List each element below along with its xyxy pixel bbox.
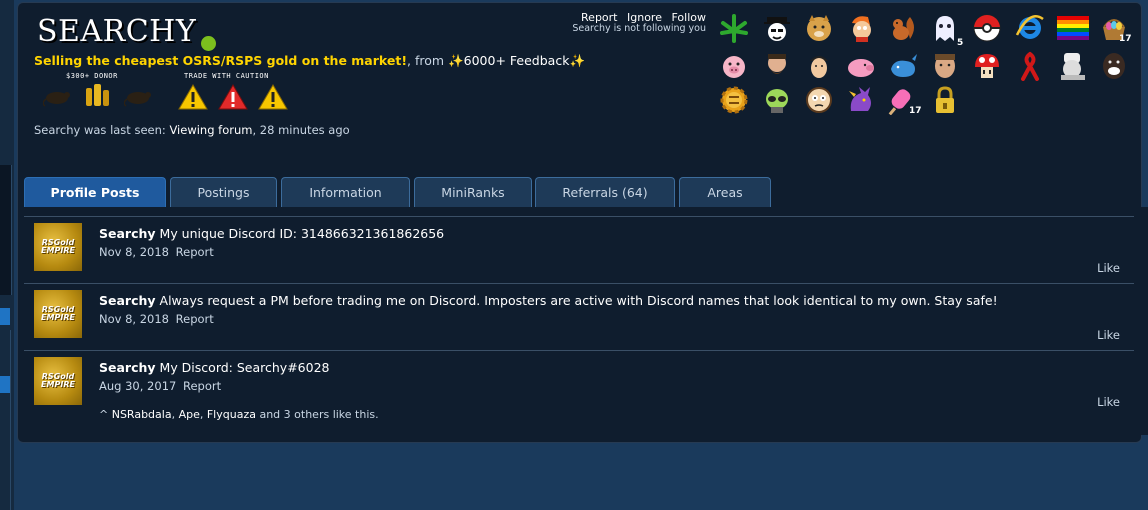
username-logo: SEARCHY — [37, 14, 197, 49]
ghost-badge-count: 5 — [957, 38, 964, 48]
profile-tagline: Selling the cheapest OSRS/RSPS gold on t… — [34, 53, 585, 69]
post-text: My Discord: Searchy#6028 — [159, 360, 330, 375]
liker-name[interactable]: Flyquaza — [207, 408, 256, 421]
like-button[interactable]: Like — [1097, 328, 1120, 342]
laughing-face-icon[interactable] — [1098, 50, 1130, 82]
pink-pig-icon[interactable] — [845, 50, 877, 82]
last-seen: Searchy was last seen: Viewing forum, 28… — [34, 123, 350, 137]
post-author[interactable]: Searchy — [99, 226, 156, 241]
sparkle-icon: ✨ — [448, 53, 464, 68]
left-divider — [10, 330, 11, 510]
liker-name[interactable]: NSRabdala — [112, 408, 172, 421]
liker-name[interactable]: Ape — [179, 408, 200, 421]
pig-icon[interactable] — [718, 50, 750, 82]
gold-bags-icon — [83, 80, 113, 110]
tab-miniranks[interactable]: MiniRanks — [414, 177, 532, 207]
online-status-icon — [201, 36, 216, 51]
last-seen-time: , 28 minutes ago — [252, 123, 350, 137]
post-author[interactable]: Searchy — [99, 293, 156, 308]
post-meta: Nov 8, 2018 Report — [99, 312, 214, 326]
archer-face-icon[interactable] — [803, 50, 835, 82]
post-text: Always request a PM before trading me on… — [159, 293, 998, 308]
likes-suffix[interactable]: and 3 others like this. — [259, 408, 378, 421]
post-date[interactable]: Aug 30, 2017 — [99, 379, 176, 393]
basket-badge-count: 17 — [1119, 34, 1132, 44]
content-panel-edge — [1138, 207, 1148, 435]
spyro-icon[interactable] — [845, 84, 877, 116]
feedback-link[interactable]: 6000+ Feedback — [464, 53, 570, 68]
sparkle-icon: ✨ — [569, 53, 586, 68]
internet-explorer-icon[interactable] — [1014, 12, 1046, 44]
avatar-text-line2: EMPIRE — [41, 313, 75, 322]
profile-post: RSGold EMPIRE Searchy My unique Discord … — [24, 216, 1134, 284]
report-link[interactable]: Report — [183, 379, 221, 393]
avatar[interactable]: RSGold EMPIRE — [34, 223, 82, 271]
avatar[interactable]: RSGold EMPIRE — [34, 290, 82, 338]
left-sidebar-panel — [0, 165, 12, 295]
report-link[interactable]: Report — [176, 245, 214, 259]
like-button[interactable]: Like — [1097, 395, 1120, 409]
profile-actions: Report Ignore Follow Searchy is not foll… — [572, 11, 706, 34]
post-date[interactable]: Nov 8, 2018 — [99, 312, 169, 326]
last-seen-prefix: Searchy was last seen: — [34, 123, 166, 137]
post-text: My unique Discord ID: 314866321361862656 — [159, 226, 445, 241]
left-sidebar-tab[interactable] — [0, 376, 10, 393]
squirrel-icon[interactable] — [887, 12, 919, 44]
rainbow-flag-icon[interactable] — [1057, 12, 1089, 44]
following-note: Searchy is not following you — [572, 23, 706, 34]
tab-areas[interactable]: Areas — [679, 177, 771, 207]
chef-face-icon[interactable] — [1057, 50, 1089, 82]
post-likes-summary: ^ NSRabdala, Ape, Flyquaza and 3 others … — [99, 408, 379, 421]
likes-prefix: ^ — [99, 408, 109, 421]
bearded-face-icon[interactable] — [761, 50, 793, 82]
post-meta: Aug 30, 2017 Report — [99, 379, 221, 393]
post-meta: Nov 8, 2018 Report — [99, 245, 214, 259]
rat-icon — [123, 82, 153, 112]
fry-icon[interactable] — [845, 12, 877, 44]
warning-yellow-icon — [178, 82, 208, 112]
avatar[interactable]: RSGold EMPIRE — [34, 357, 82, 405]
donor-caption: $300+ DONOR — [66, 72, 118, 80]
report-link[interactable]: Report — [176, 312, 214, 326]
leaf-icon[interactable] — [718, 12, 750, 44]
post-content: Searchy My unique Discord ID: 3148663213… — [99, 226, 444, 241]
warning-red-icon — [218, 82, 248, 112]
profile-post: RSGold EMPIRE Searchy My Discord: Search… — [24, 350, 1134, 432]
face-icon[interactable] — [929, 50, 961, 82]
heisenberg-icon[interactable] — [761, 12, 793, 44]
tagline-highlight: Selling the cheapest OSRS/RSPS gold on t… — [34, 53, 408, 68]
trade-caution-caption: TRADE WITH CAUTION — [184, 72, 269, 80]
post-content: Searchy My Discord: Searchy#6028 — [99, 360, 329, 375]
tab-referrals[interactable]: Referrals (64) — [535, 177, 675, 207]
tab-information[interactable]: Information — [281, 177, 410, 207]
morty-icon[interactable] — [803, 84, 835, 116]
profile-post: RSGold EMPIRE Searchy Always request a P… — [24, 283, 1134, 351]
popsicle-badge-count: 17 — [909, 106, 922, 116]
padlock-icon[interactable] — [929, 84, 961, 116]
tab-profile-posts[interactable]: Profile Posts — [24, 177, 166, 207]
avatar-text-line2: EMPIRE — [41, 246, 75, 255]
gold-gear-icon[interactable] — [718, 84, 750, 116]
mushroom-icon[interactable] — [971, 50, 1003, 82]
tagline-from: , from — [407, 53, 445, 68]
avatar-text-line2: EMPIRE — [41, 380, 75, 389]
post-content: Searchy Always request a PM before tradi… — [99, 293, 998, 308]
rat-icon — [42, 82, 72, 112]
last-seen-action[interactable]: Viewing forum — [169, 123, 252, 137]
warning-yellow-icon — [258, 82, 288, 112]
tab-postings[interactable]: Postings — [170, 177, 277, 207]
like-button[interactable]: Like — [1097, 261, 1120, 275]
whale-icon[interactable] — [887, 50, 919, 82]
doge-icon[interactable] — [803, 12, 835, 44]
post-author[interactable]: Searchy — [99, 360, 156, 375]
red-ribbon-icon[interactable] — [1014, 50, 1046, 82]
alien-icon[interactable] — [761, 84, 793, 116]
pokeball-icon[interactable] — [971, 12, 1003, 44]
post-date[interactable]: Nov 8, 2018 — [99, 245, 169, 259]
left-sidebar-tab[interactable] — [0, 308, 10, 325]
